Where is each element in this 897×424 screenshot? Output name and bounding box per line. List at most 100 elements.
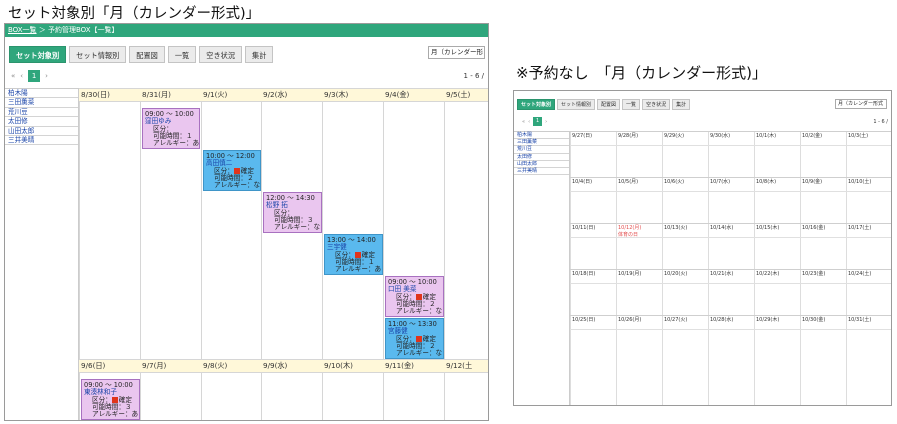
week-row: 10/18(日) 10/19(月) 10/20(火) 10/21(水) 10/2… (570, 269, 891, 315)
target-item[interactable]: 三井美晴 (5, 136, 78, 146)
tab-summary[interactable]: 集計 (245, 46, 274, 63)
day-header: 9/7(月) (142, 361, 167, 370)
tab-by-set-info[interactable]: セット情報別 (69, 46, 127, 63)
target-item[interactable]: 柏木陽 (5, 89, 78, 99)
tab-layout[interactable]: 配置図 (597, 99, 621, 110)
tab-layout[interactable]: 配置図 (129, 46, 165, 63)
breadcrumb-box-list[interactable]: BOX一覧 (8, 26, 37, 34)
heading-no-reservation: ※予約なし 「月（カレンダー形式)」 (516, 64, 767, 82)
reservation-event[interactable]: 09:00 ～ 10:00 口田 美菜 区分： 確定 可能時間：２ アレルギー：な… (385, 276, 444, 317)
day-header: 9/11(金) (385, 361, 414, 370)
current-page[interactable]: 1 (533, 117, 543, 126)
day-header: 9/3(木) (324, 90, 349, 99)
day-cell[interactable]: 10/17(土) (846, 224, 873, 233)
day-cell[interactable]: 10/16(金) (800, 224, 827, 233)
day-cell[interactable]: 10/10(土) (846, 178, 873, 187)
target-item[interactable]: 三井美晴 (514, 168, 569, 176)
day-cell[interactable]: 9/27(日) (570, 132, 594, 141)
day-cell[interactable]: 10/13(火) (662, 224, 689, 233)
day-cell[interactable]: 10/20(火) (662, 270, 689, 279)
event-allergy: アレルギー：あり (153, 139, 200, 148)
day-header: 9/12(土 (446, 361, 473, 370)
calendar-panel-main: BOX一覧 ＞ 予約管理BOX【一覧】 セット対象別 セット情報別 配置図 一覧… (4, 23, 489, 421)
view-mode-select[interactable]: 月（カレンダー形 (428, 46, 485, 59)
day-cell[interactable]: 10/9(金) (800, 178, 824, 187)
next-page-icon[interactable]: › (45, 72, 48, 80)
day-header: 8/30(日) (81, 90, 110, 99)
day-cell[interactable]: 10/24(土) (846, 270, 873, 279)
view-mode-select[interactable]: 月（カレンダー形式 (835, 99, 887, 109)
day-cell[interactable]: 10/14(水) (708, 224, 735, 233)
day-cell[interactable]: 10/1(木) (754, 132, 778, 141)
event-allergy: アレルギー：なし (214, 181, 261, 190)
day-cell[interactable]: 10/19(月) (616, 270, 643, 279)
day-header: 9/8(火) (203, 361, 228, 370)
tab-summary[interactable]: 集計 (672, 99, 691, 110)
day-cell[interactable]: 10/8(木) (754, 178, 778, 187)
prev-page-icon[interactable]: ‹ (20, 72, 23, 80)
day-header: 9/5(土) (446, 90, 471, 99)
target-item[interactable]: 荒川豆 (514, 146, 569, 154)
day-header: 9/1(火) (203, 90, 228, 99)
day-cell[interactable]: 10/21(水) (708, 270, 735, 279)
status-square-icon (354, 251, 361, 258)
day-cell[interactable]: 10/18(日) (570, 270, 597, 279)
tab-bar: セット対象別 セット情報別 配置図 一覧 空き状況 集計 (9, 46, 274, 63)
tab-by-set-info[interactable]: セット情報別 (557, 99, 596, 110)
day-cell[interactable]: 10/23(金) (800, 270, 827, 279)
day-cell[interactable]: 10/5(月) (616, 178, 640, 187)
target-item[interactable]: 太田修 (5, 117, 78, 127)
day-cell[interactable]: 10/3(土) (846, 132, 870, 141)
day-cell[interactable]: 10/28(水) (708, 316, 735, 325)
day-cell[interactable]: 10/2(金) (800, 132, 824, 141)
day-cell[interactable]: 10/29(木) (754, 316, 781, 325)
reservation-event[interactable]: 11:00 ～ 13:30 宮藤健 区分： 確定 可能時間：２ アレルギー：なし (385, 318, 444, 359)
target-item[interactable]: 三田薫菜 (5, 98, 78, 108)
day-cell[interactable]: 10/7(水) (708, 178, 732, 187)
day-header: 9/6(日) (81, 361, 106, 370)
day-cell[interactable]: 10/26(月) (616, 316, 643, 325)
day-cell[interactable]: 10/22(木) (754, 270, 781, 279)
week-row: 10/11(日) 10/12(月) 体育の日 10/13(火) 10/14(水)… (570, 223, 891, 269)
tab-by-set-target[interactable]: セット対象別 (517, 99, 556, 110)
day-cell[interactable]: 10/15(木) (754, 224, 781, 233)
first-page-icon[interactable]: « (11, 72, 15, 80)
target-item[interactable]: 山田太郎 (5, 127, 78, 136)
tab-by-set-target[interactable]: セット対象別 (9, 46, 67, 63)
prev-page-icon[interactable]: ‹ (528, 119, 530, 125)
tab-availability[interactable]: 空き状況 (199, 46, 243, 63)
day-cell[interactable]: 10/4(日) (570, 178, 594, 187)
reservation-event[interactable]: 13:00 ～ 14:00 三宇健 区分： 確定 可能時間：１ アレルギー：あり (324, 234, 383, 275)
reservation-event[interactable]: 12:00 ～ 14:30 松野 拓 区分： 可能時間：３ アレルギー：なし (263, 192, 322, 233)
page-title: 予約管理BOX【一覧】 (48, 26, 119, 34)
tab-list[interactable]: 一覧 (622, 99, 641, 110)
week-row: 10/25(日) 10/26(月) 10/27(火) 10/28(水) 10/2… (570, 315, 891, 361)
target-item[interactable]: 太田修 (514, 154, 569, 161)
day-cell[interactable]: 9/28(月) (616, 132, 640, 141)
first-page-icon[interactable]: « (522, 119, 525, 125)
day-cell[interactable]: 10/6(火) (662, 178, 686, 187)
day-cell[interactable]: 10/11(日) (570, 224, 597, 233)
day-cell[interactable]: 10/30(金) (800, 316, 827, 325)
event-allergy: アレルギー：あり (92, 410, 140, 419)
tab-list[interactable]: 一覧 (167, 46, 197, 63)
status-square-icon (415, 335, 422, 342)
next-page-icon[interactable]: › (545, 119, 547, 125)
day-cell[interactable]: 10/27(火) (662, 316, 689, 325)
day-cell[interactable]: 9/29(火) (662, 132, 686, 141)
reservation-event[interactable]: 09:00 ～ 10:00 窪田ゆみ 区分： 可能時間：１ アレルギー：あり (142, 108, 200, 149)
day-cell[interactable]: 10/25(日) (570, 316, 597, 325)
day-cell-holiday[interactable]: 10/12(月) 体育の日 (616, 224, 643, 239)
target-item[interactable]: 山田太郎 (514, 161, 569, 168)
target-list: 柏木陽 三田薫菜 荒川豆 太田修 山田太郎 三井美晴 (514, 131, 570, 405)
record-count: 1 - 6 / (873, 119, 888, 125)
reservation-event[interactable]: 10:00 ～ 12:00 高田慎二 区分：確定 可能時間：２ アレルギー：なし (203, 150, 261, 191)
day-cell[interactable]: 10/31(土) (846, 316, 873, 325)
day-cell[interactable]: 9/30(水) (708, 132, 732, 141)
target-item[interactable]: 荒川豆 (5, 108, 78, 118)
tab-availability[interactable]: 空き状況 (642, 99, 671, 110)
tab-bar: セット対象別 セット情報別 配置図 一覧 空き状況 集計 (517, 99, 691, 110)
current-page[interactable]: 1 (28, 70, 41, 82)
reservation-event[interactable]: 09:00 ～ 10:00 東湊林和子 区分： 確定 可能時間：３ アレルギー：あ… (81, 379, 140, 420)
pager: « ‹ 1 › (522, 117, 547, 126)
